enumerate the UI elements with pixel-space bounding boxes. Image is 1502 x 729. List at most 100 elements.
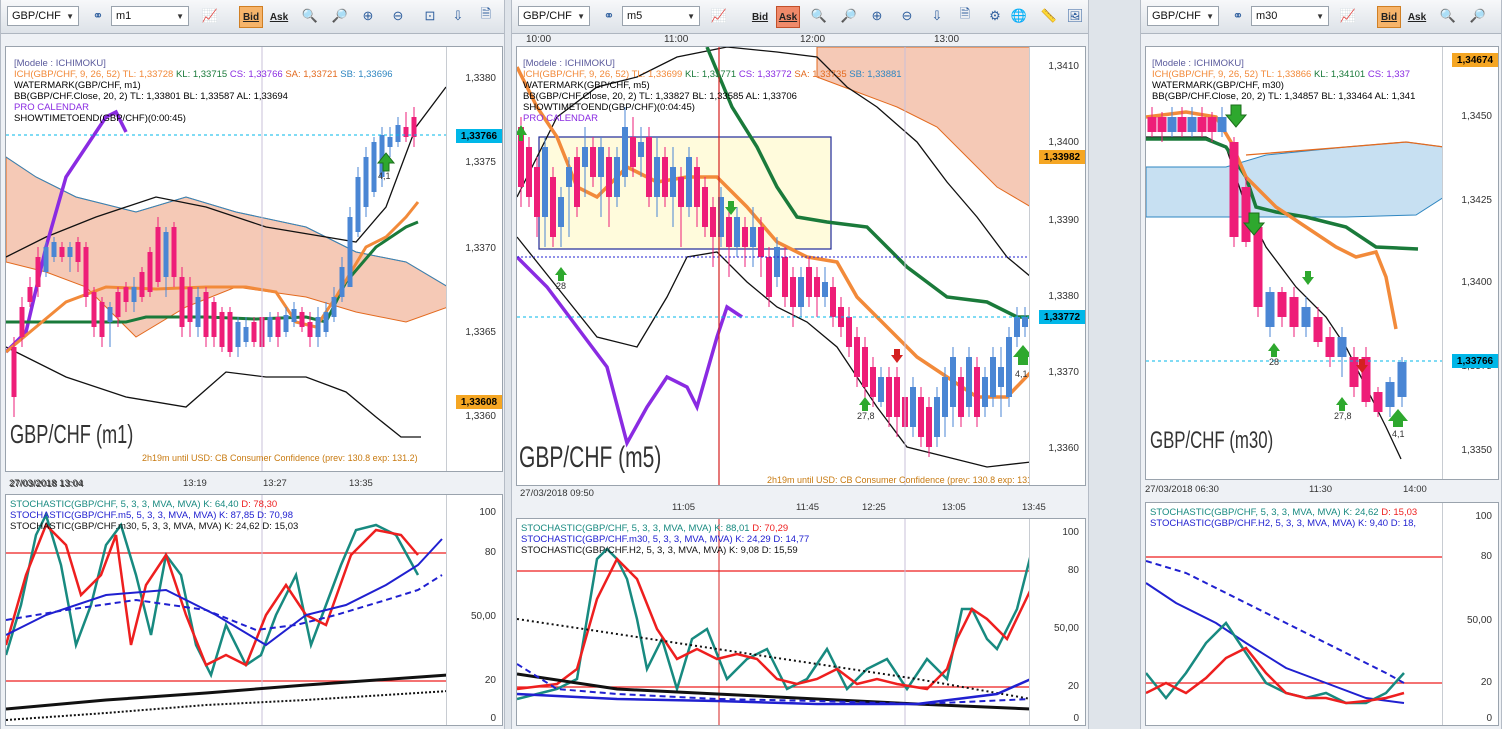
timeframe-select[interactable]: m1 ▼: [111, 6, 189, 26]
candle-body: [323, 312, 329, 332]
candle-body: [814, 277, 820, 297]
symbol-value: GBP/CHF: [1152, 10, 1201, 22]
candle-body: [894, 377, 900, 417]
toolbar-m30: GBP/CHF ▼ ⚭ m30 ▼ 📈 Bid Ask 🔍 🔎: [1141, 0, 1501, 34]
candle-body: [646, 137, 652, 197]
stochastic-chart-m1[interactable]: STOCHASTIC(GBP/CHF, 5, 3, 3, MVA, MVA) K…: [5, 494, 503, 726]
bollinger-legend: BB(GBP/CHF.Close, 20, 2) TL: 1,33801 BL:…: [14, 91, 288, 102]
price-axis-m5: 1,3410 1,3400 1,3390 1,3380 1,3370 1,336…: [1029, 47, 1085, 485]
stoch1-text: STOCHASTIC(GBP/CHF, 5, 3, 3, MVA, MVA) K…: [1150, 507, 1379, 518]
stochastic-chart-m5[interactable]: STOCHASTIC(GBP/CHF, 5, 3, 3, MVA, MVA) K…: [516, 518, 1086, 726]
bid-button[interactable]: Bid: [1377, 6, 1401, 28]
buy-arrow-icon: [1336, 397, 1348, 411]
arrow-value-label: 27,8: [857, 411, 875, 421]
candle-body: [526, 147, 532, 197]
symbol-select[interactable]: GBP/CHF ▼: [518, 6, 590, 26]
zoom-fit-icon[interactable]: ⊕: [357, 6, 379, 26]
x-tick: 14:00: [1403, 484, 1427, 495]
arrow-value-label: 28: [1269, 357, 1279, 367]
timeframe-select[interactable]: m30 ▼: [1251, 6, 1329, 26]
zoom-out-icon[interactable]: 🔎: [1467, 6, 1489, 26]
x-tick: 13:45: [1022, 502, 1046, 513]
stoch-legend-2: STOCHASTIC(GBP/CHF.H2, 5, 3, 3, MVA, MVA…: [1150, 518, 1417, 529]
indicator-legend-m5: [Modele : ICHIMOKU] ICH(GBP/CHF, 9, 26, …: [523, 58, 902, 124]
bid-button[interactable]: Bid: [239, 6, 263, 28]
ruler-icon[interactable]: 📏: [1038, 6, 1060, 26]
chart-type-icon[interactable]: 📈: [1337, 6, 1359, 26]
candle-body: [307, 322, 313, 337]
symbol-select[interactable]: GBP/CHF ▼: [1147, 6, 1219, 26]
candle-body: [1385, 382, 1395, 407]
stoch1-text: STOCHASTIC(GBP/CHF, 5, 3, 3, MVA, MVA) K…: [10, 499, 239, 510]
template-icon[interactable]: 🗎: [475, 6, 497, 26]
zoom-in-icon[interactable]: 🔍: [299, 6, 321, 26]
candle-body: [331, 297, 337, 317]
chain-link-icon[interactable]: ⚭: [87, 6, 109, 26]
bid-button[interactable]: Bid: [748, 6, 772, 28]
candle-body: [411, 117, 417, 137]
candle-body: [67, 247, 73, 257]
ask-button[interactable]: Ask: [1405, 6, 1429, 28]
x-tick: 11:30: [1309, 484, 1333, 495]
zoom-in-icon[interactable]: 🔍: [1437, 6, 1459, 26]
symbol-value: GBP/CHF: [523, 10, 572, 22]
stochastic-chart-m30[interactable]: STOCHASTIC(GBP/CHF, 5, 3, 3, MVA, MVA) K…: [1145, 502, 1499, 726]
ich-sb: SB: 1,33881: [849, 69, 902, 80]
y-tick: 80: [484, 547, 496, 558]
candle-body: [614, 157, 620, 197]
ask-button[interactable]: Ask: [776, 6, 800, 28]
timeframe-select[interactable]: m5 ▼: [622, 6, 700, 26]
chart-type-icon[interactable]: 📈: [708, 6, 730, 26]
x-tick: 13:35: [349, 478, 373, 489]
candle-body: [734, 217, 740, 247]
crosshair-icon[interactable]: ⇩: [447, 6, 469, 26]
chain-link-icon[interactable]: ⚭: [598, 6, 620, 26]
candle-body: [1006, 337, 1012, 397]
zoom-out-icon[interactable]: 🔎: [329, 6, 351, 26]
candle-body: [1014, 317, 1020, 337]
candle-body: [926, 407, 932, 447]
zoom-in-icon[interactable]: 🔍: [808, 6, 830, 26]
zoom-fit-icon[interactable]: ⊕: [866, 6, 888, 26]
template-icon[interactable]: 🗎: [954, 6, 976, 26]
candle-body: [870, 367, 876, 397]
candle-body: [19, 307, 25, 337]
candle-body: [91, 292, 97, 327]
ich-kl: KL: 1,34101: [1313, 69, 1366, 80]
symbol-select[interactable]: GBP/CHF ▼: [7, 6, 79, 26]
candle-body: [139, 272, 145, 297]
price-chart-m5[interactable]: 28 27,8 4,1 [Modele : ICHIMOKU] ICH(GBP/…: [516, 46, 1086, 486]
candle-body: [211, 302, 217, 337]
stoch-axis-m1: 100 80 50,00 20 0: [446, 495, 502, 725]
candle-body: [542, 147, 548, 217]
satellite-icon[interactable]: ⚙: [984, 6, 1006, 26]
news-countdown: 2h19m until USD: CB Consumer Confidence …: [142, 453, 418, 463]
candle-body: [558, 197, 564, 227]
y-tick: 50,00: [470, 611, 496, 622]
ich-cs: CS: 1,33766: [229, 69, 283, 80]
arrow-value-label: 4,1: [378, 171, 391, 181]
price-plot-m30: 28 27,8 4,1: [1146, 104, 1444, 460]
indicator-icon[interactable]: ⊡: [419, 6, 441, 26]
price-chart-m30[interactable]: 28 27,8 4,1 [Modele : ICHIMOKU] ICH(GBP/…: [1145, 46, 1499, 480]
globe-icon[interactable]: 🌐: [1008, 6, 1030, 26]
zoom-out-icon[interactable]: 🔎: [838, 6, 860, 26]
y-tick: 0: [490, 713, 496, 724]
candle-body: [51, 242, 57, 257]
chart-window-m5: GBP/CHF ▼ ⚭ m5 ▼ 📈 Bid Ask 🔍 🔎 ⊕ ⊖ ⇩ 🗎 ⚙ 🌐…: [511, 0, 1089, 729]
ask-button[interactable]: Ask: [267, 6, 291, 28]
indicator-icon[interactable]: ⇩: [926, 6, 948, 26]
zoom-range-icon[interactable]: ⊖: [896, 6, 918, 26]
price-chart-m1[interactable]: 4,1 [Modele : ICHIMOKU] ICH(GBP/CHF, 9, …: [5, 46, 503, 490]
image-icon[interactable]: 🖼: [1064, 6, 1086, 26]
chart-type-icon[interactable]: 📈: [199, 6, 221, 26]
candle-body: [1167, 117, 1177, 132]
buy-arrow-icon: [1388, 409, 1408, 427]
zoom-range-icon[interactable]: ⊖: [387, 6, 409, 26]
chain-link-icon[interactable]: ⚭: [1227, 6, 1249, 26]
candle-body: [339, 267, 345, 297]
x-tick: 12:25: [862, 502, 886, 513]
arrow-value-label: 28: [556, 281, 566, 291]
y-tick: 1,3370: [1048, 367, 1079, 378]
candle-body: [347, 217, 353, 287]
